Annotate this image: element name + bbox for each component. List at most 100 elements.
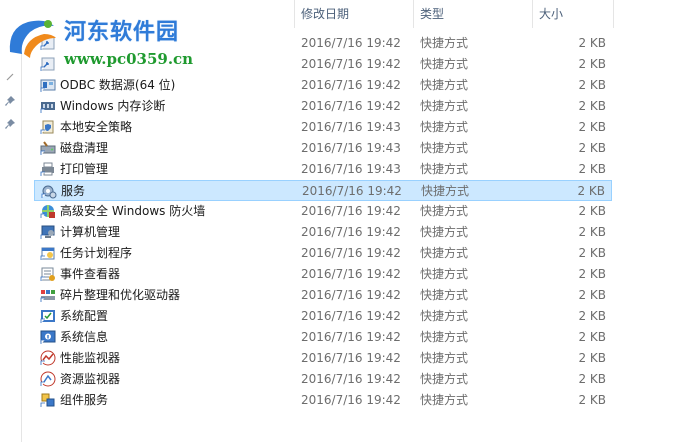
file-size: 2 KB: [578, 351, 606, 365]
file-type: 快捷方式: [420, 57, 469, 71]
file-size: 2 KB: [578, 309, 606, 323]
file-size: 2 KB: [578, 372, 606, 386]
firewall-icon: [40, 203, 56, 219]
file-row[interactable]: 组件服务 2016/7/16 19:42 快捷方式 2 KB: [34, 390, 612, 411]
file-date-modified: 2016/7/16 19:43: [301, 141, 401, 155]
file-row[interactable]: 本地安全策略 2016/7/16 19:43 快捷方式 2 KB: [34, 117, 612, 138]
file-date-modified: 2016/7/16 19:42: [301, 246, 401, 260]
file-size: 2 KB: [578, 225, 606, 239]
pin-icon[interactable]: [3, 117, 17, 131]
file-name: 系统配置: [60, 309, 109, 323]
file-type: 快捷方式: [420, 204, 469, 218]
file-row[interactable]: 打印管理 2016/7/16 19:43 快捷方式 2 KB: [34, 159, 612, 180]
column-date-modified[interactable]: 修改日期: [295, 0, 413, 28]
file-size: 2 KB: [578, 393, 606, 407]
file-date-modified: 2016/7/16 19:42: [302, 184, 402, 198]
file-row[interactable]: 计算机管理 2016/7/16 19:42 快捷方式 2 KB: [34, 222, 612, 243]
file-name: 组件服务: [60, 393, 109, 407]
file-size: 2 KB: [578, 204, 606, 218]
resource-monitor-icon: [40, 371, 56, 387]
file-row[interactable]: 碎片整理和优化驱动器 2016/7/16 19:42 快捷方式 2 KB: [34, 285, 612, 306]
file-size: 2 KB: [578, 99, 606, 113]
file-size: 2 KB: [578, 246, 606, 260]
file-type: 快捷方式: [420, 99, 469, 113]
column-size[interactable]: 大小: [533, 0, 613, 28]
file-type: 快捷方式: [420, 330, 469, 344]
file-name: 计算机管理: [60, 225, 121, 239]
file-type: 快捷方式: [421, 184, 470, 198]
file-name: 任务计划程序: [60, 246, 133, 260]
file-name: 本地安全策略: [60, 120, 133, 134]
file-row[interactable]: 2016/7/16 19:42 快捷方式 2 KB: [34, 54, 612, 75]
file-row[interactable]: Windows 内存诊断 2016/7/16 19:42 快捷方式 2 KB: [34, 96, 612, 117]
file-date-modified: 2016/7/16 19:42: [301, 57, 401, 71]
collapse-arrow-icon[interactable]: [3, 70, 17, 84]
file-size: 2 KB: [578, 78, 606, 92]
file-row[interactable]: 事件查看器 2016/7/16 19:42 快捷方式 2 KB: [34, 264, 612, 285]
services-icon: [41, 183, 57, 199]
file-size: 2 KB: [578, 141, 606, 155]
file-size: 2 KB: [578, 57, 606, 71]
file-name: Windows 内存诊断: [60, 99, 166, 113]
file-row[interactable]: 系统信息 2016/7/16 19:42 快捷方式 2 KB: [34, 327, 612, 348]
file-date-modified: 2016/7/16 19:42: [301, 351, 401, 365]
file-type: 快捷方式: [420, 267, 469, 281]
file-row[interactable]: 2016/7/16 19:42 快捷方式 2 KB: [34, 33, 612, 54]
file-date-modified: 2016/7/16 19:42: [301, 309, 401, 323]
file-name: 资源监视器: [60, 372, 121, 386]
performance-monitor-icon: [40, 350, 56, 366]
file-date-modified: 2016/7/16 19:42: [301, 372, 401, 386]
file-row[interactable]: 系统配置 2016/7/16 19:42 快捷方式 2 KB: [34, 306, 612, 327]
file-date-modified: 2016/7/16 19:42: [301, 267, 401, 281]
file-name: 碎片整理和优化驱动器: [60, 288, 181, 302]
file-date-modified: 2016/7/16 19:42: [301, 36, 401, 50]
file-row[interactable]: 服务 2016/7/16 19:42 快捷方式 2 KB: [34, 180, 612, 201]
file-name: 打印管理: [60, 162, 109, 176]
file-type: 快捷方式: [420, 246, 469, 260]
file-type: 快捷方式: [420, 162, 469, 176]
file-row[interactable]: 磁盘清理 2016/7/16 19:43 快捷方式 2 KB: [34, 138, 612, 159]
memory-diagnostic-icon: [40, 98, 56, 114]
defrag-icon: [40, 287, 56, 303]
file-type: 快捷方式: [420, 120, 469, 134]
file-size: 2 KB: [578, 267, 606, 281]
file-size: 2 KB: [577, 184, 605, 198]
file-name: ODBC 数据源(64 位): [60, 78, 176, 92]
navigation-pane[interactable]: [0, 0, 22, 442]
computer-management-icon: [40, 224, 56, 240]
file-row[interactable]: 性能监视器 2016/7/16 19:42 快捷方式 2 KB: [34, 348, 612, 369]
file-type: 快捷方式: [420, 309, 469, 323]
column-header: 修改日期 类型 大小: [21, 0, 678, 28]
file-name: 磁盘清理: [60, 141, 109, 155]
file-row[interactable]: 高级安全 Windows 防火墙 2016/7/16 19:42 快捷方式 2 KB: [34, 201, 612, 222]
file-date-modified: 2016/7/16 19:42: [301, 225, 401, 239]
file-size: 2 KB: [578, 120, 606, 134]
file-type: 快捷方式: [420, 288, 469, 302]
disk-cleanup-icon: [40, 140, 56, 156]
odbc-icon: [40, 77, 56, 93]
file-row[interactable]: 任务计划程序 2016/7/16 19:42 快捷方式 2 KB: [34, 243, 612, 264]
column-type[interactable]: 类型: [414, 0, 532, 28]
task-scheduler-icon: [40, 245, 56, 261]
system-config-icon: [40, 308, 56, 324]
file-date-modified: 2016/7/16 19:42: [301, 204, 401, 218]
file-type: 快捷方式: [420, 372, 469, 386]
file-date-modified: 2016/7/16 19:42: [301, 288, 401, 302]
component-services-icon: [40, 392, 56, 408]
file-type: 快捷方式: [420, 36, 469, 50]
pin-icon[interactable]: [3, 94, 17, 108]
file-type: 快捷方式: [420, 393, 469, 407]
file-row[interactable]: ODBC 数据源(64 位) 2016/7/16 19:42 快捷方式 2 KB: [34, 75, 612, 96]
file-name: 事件查看器: [60, 267, 121, 281]
file-date-modified: 2016/7/16 19:42: [301, 330, 401, 344]
file-row[interactable]: 资源监视器 2016/7/16 19:42 快捷方式 2 KB: [34, 369, 612, 390]
shortcut-icon: [40, 35, 56, 51]
file-type: 快捷方式: [420, 351, 469, 365]
file-name: 服务: [61, 184, 86, 198]
file-date-modified: 2016/7/16 19:42: [301, 78, 401, 92]
file-size: 2 KB: [578, 36, 606, 50]
column-divider[interactable]: [613, 0, 614, 28]
file-name: 系统信息: [60, 330, 109, 344]
file-size: 2 KB: [578, 162, 606, 176]
file-type: 快捷方式: [420, 78, 469, 92]
